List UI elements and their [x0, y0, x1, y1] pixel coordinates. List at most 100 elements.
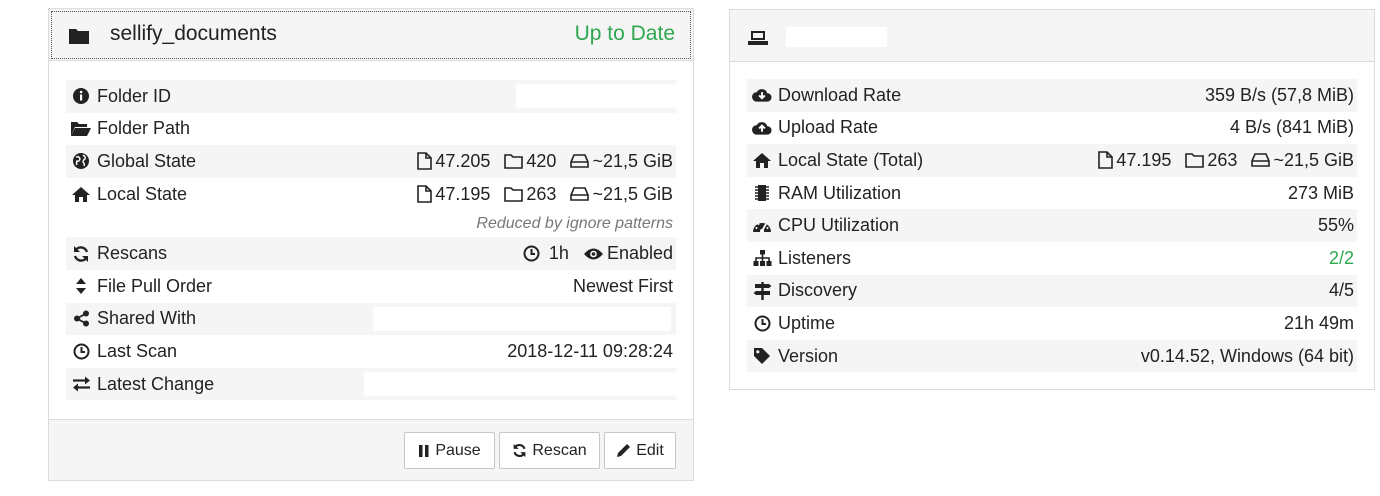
last-scan-row: Last Scan 2018-12-11 09:28:24 [66, 335, 676, 368]
pull-order-value: Newest First [572, 275, 673, 296]
latest-change-row: Latest Change [66, 367, 676, 401]
shared-with-value-redacted [373, 306, 671, 331]
home-icon [71, 185, 91, 203]
pause-button[interactable]: Pause [404, 432, 495, 469]
pull-order-label: File Pull Order [97, 275, 213, 296]
refresh-icon [71, 245, 91, 263]
info-circle-icon [71, 87, 91, 105]
total-files-stat: 47.195 [1098, 150, 1171, 171]
version-value: v0.14.52, Windows (64 bit) [1140, 345, 1354, 366]
download-rate-row: Download Rate 359 B/s (57,8 MiB) [747, 79, 1357, 112]
refresh-icon [513, 443, 526, 458]
share-icon [71, 310, 91, 328]
tag-icon [752, 347, 772, 365]
eye-icon [583, 248, 603, 260]
rescans-row: Rescans 1h Enabled [66, 237, 676, 270]
version-label: Version [778, 345, 839, 366]
local-state-total-label: Local State (Total) [778, 149, 924, 170]
rescan-button[interactable]: Rescan [499, 432, 600, 469]
clock-icon [71, 342, 91, 360]
cloud-upload-icon [752, 119, 772, 137]
latest-change-label: Latest Change [97, 373, 215, 394]
local-state-value: 47.195 263 ~21,5 GiB [417, 178, 673, 211]
local-state-row: Local State 47.195 263 ~21,5 GiB [66, 178, 676, 211]
hdd-icon [1251, 153, 1271, 168]
hdd-icon [570, 187, 590, 201]
home-icon [752, 151, 772, 169]
folder-path-label: Folder Path [97, 118, 191, 139]
exchange-icon [71, 375, 91, 393]
folder-panel-header[interactable]: sellify_documents Up to Date [49, 9, 693, 61]
global-state-value: 47.205 420 ~21,5 GiB [417, 145, 673, 178]
folder-open-icon [71, 120, 91, 138]
uptime-value: 21h 49m [1283, 312, 1354, 333]
ram-value: 273 MiB [1287, 182, 1354, 203]
folder-outline-icon [504, 187, 524, 202]
last-scan-value: 2018-12-11 09:28:24 [507, 340, 673, 361]
listeners-label: Listeners [778, 247, 852, 268]
globe-icon [71, 152, 91, 170]
local-state-label: Local State [97, 183, 188, 204]
download-rate-value: 359 B/s (57,8 MiB) [1204, 84, 1354, 105]
upload-rate-row: Upload Rate 4 B/s (841 MiB) [747, 112, 1357, 145]
discovery-label: Discovery [778, 280, 858, 301]
device-name-redacted [786, 27, 887, 47]
shared-with-label: Shared With [97, 308, 197, 329]
cloud-download-icon [752, 86, 772, 104]
rescans-value: 1h Enabled [523, 237, 673, 270]
download-rate-label: Download Rate [778, 84, 902, 105]
fs-watcher-status: Enabled [583, 243, 673, 264]
global-state-row: Global State 47.205 420 ~21,5 GiB [66, 145, 676, 178]
version-row: Version v0.14.52, Windows (64 bit) [747, 339, 1357, 373]
device-panel-header[interactable] [730, 10, 1374, 62]
cpu-value: 55% [1317, 215, 1354, 236]
folder-outline-icon [504, 154, 524, 170]
file-icon [417, 152, 433, 171]
ignore-note: Reduced by ignore patterns [476, 214, 673, 232]
sitemap-icon [752, 249, 772, 267]
last-scan-label: Last Scan [97, 340, 178, 361]
upload-rate-value: 4 B/s (841 MiB) [1229, 117, 1354, 138]
listeners-value: 2/2 [1328, 247, 1354, 268]
folder-panel-footer: Pause Rescan Edit [49, 419, 693, 480]
folder-panel: sellify_documents Up to Date Folder ID F… [48, 8, 694, 481]
shared-with-row: Shared With [66, 302, 676, 336]
dashboard-icon [752, 217, 772, 235]
folder-icon [69, 26, 89, 44]
folder-id-value-redacted [516, 84, 676, 108]
edit-button[interactable]: Edit [604, 432, 676, 469]
file-icon [1098, 151, 1114, 170]
discovery-value: 4/5 [1328, 280, 1354, 301]
local-size-stat: ~21,5 GiB [570, 184, 673, 205]
clock-icon [523, 245, 540, 262]
device-panel: Download Rate 359 B/s (57,8 MiB) Upload … [729, 9, 1375, 390]
ignore-note-row: Reduced by ignore patterns [66, 210, 676, 237]
local-state-total-row: Local State (Total) 47.195 263 ~21,5 GiB [747, 144, 1357, 177]
ram-row: RAM Utilization 273 MiB [747, 177, 1357, 210]
discovery-row: Discovery 4/5 [747, 274, 1357, 308]
hdd-icon [570, 154, 590, 169]
memory-icon [752, 184, 772, 202]
local-files-stat: 47.195 [417, 184, 490, 205]
folder-outline-icon [1185, 153, 1205, 169]
folder-path-row: Folder Path [66, 113, 676, 146]
total-dirs-stat: 263 [1185, 150, 1237, 171]
uptime-label: Uptime [778, 312, 836, 333]
folder-status: Up to Date [574, 22, 675, 45]
cpu-label: CPU Utilization [778, 215, 900, 236]
global-dirs-stat: 420 [504, 151, 556, 172]
rescan-interval: 1h [523, 243, 569, 264]
global-size-stat: ~21,5 GiB [570, 151, 673, 172]
folder-id-row: Folder ID [66, 80, 676, 113]
clock-icon [752, 314, 772, 332]
folder-title: sellify_documents [110, 22, 277, 45]
folder-id-label: Folder ID [97, 85, 172, 106]
upload-rate-label: Upload Rate [778, 117, 879, 138]
rescans-label: Rescans [97, 243, 168, 264]
sort-icon [71, 277, 91, 295]
local-dirs-stat: 263 [504, 184, 556, 205]
uptime-row: Uptime 21h 49m [747, 307, 1357, 340]
latest-change-value-redacted [364, 371, 676, 396]
global-state-label: Global State [97, 150, 197, 171]
file-icon [417, 185, 433, 203]
